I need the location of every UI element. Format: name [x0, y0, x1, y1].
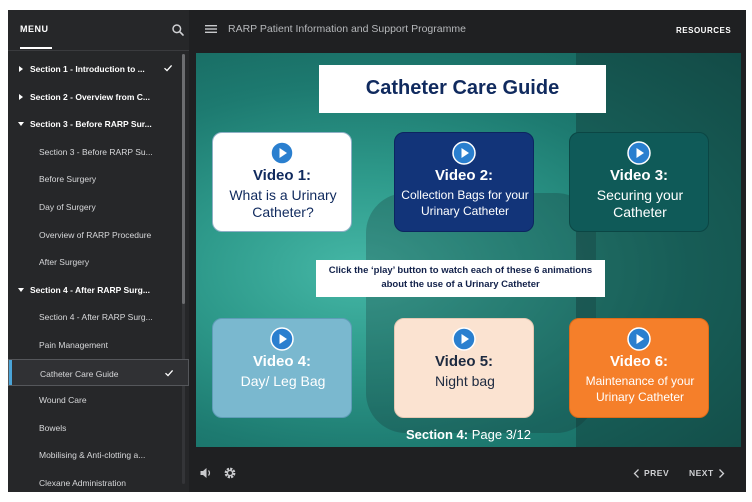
- play-icon[interactable]: [270, 327, 294, 351]
- app-frame: MENU Section 1 - Introduction to ... Sec…: [8, 10, 746, 492]
- video-1-title: Video 1:: [252, 167, 312, 184]
- course-title: RARP Patient Information and Support Pro…: [228, 23, 466, 35]
- sidebar-item-wound-care[interactable]: Wound Care: [8, 386, 189, 414]
- sidebar-item-label: Section 3 - Before RARP Sur...: [30, 119, 152, 130]
- sidebar-item-label: Bowels: [39, 422, 67, 433]
- page-indicator: Section 4: Page 3/12: [196, 427, 741, 442]
- video-6-card: Video 6: Maintenance of your Urinary Cat…: [569, 318, 709, 418]
- sidebar-item-section-1[interactable]: Section 1 - Introduction to ...: [8, 55, 189, 83]
- sidebar-item-label: Clexane Administration: [39, 477, 126, 488]
- video-5-title: Video 5:: [434, 353, 494, 370]
- video-4-title: Video 4:: [252, 353, 312, 370]
- chevron-down-icon: [17, 120, 25, 128]
- sidebar-item-overview-rarp[interactable]: Overview of RARP Procedure: [8, 221, 189, 249]
- sidebar-item-bowels[interactable]: Bowels: [8, 414, 189, 442]
- menu-header: MENU: [8, 10, 189, 51]
- video-1-card: Video 1: What is a Urinary Catheter?: [212, 132, 352, 232]
- chevron-right-icon: [17, 93, 25, 101]
- video-5-subtitle: Night bag: [435, 373, 495, 389]
- sidebar-item-label: Pain Management: [39, 339, 108, 350]
- sidebar-item-pain-management[interactable]: Pain Management: [8, 331, 189, 359]
- volume-icon[interactable]: [199, 466, 213, 480]
- video-1-subtitle: What is a Urinary Catheter?: [229, 187, 337, 220]
- menu-tab-indicator: [20, 47, 52, 49]
- slide-instructions: Click the ‘play’ button to watch each of…: [316, 260, 605, 297]
- sidebar-item-label: Section 1 - Introduction to ...: [30, 64, 145, 74]
- video-4-card: Video 4: Day/ Leg Bag: [212, 318, 352, 418]
- sidebar-nav: Section 1 - Introduction to ... Section …: [8, 55, 189, 492]
- sidebar-menu: MENU Section 1 - Introduction to ... Sec…: [8, 10, 189, 492]
- resources-button[interactable]: RESOURCES: [676, 26, 731, 35]
- sidebar-item-mobilising[interactable]: Mobilising & Anti-clotting a...: [8, 441, 189, 469]
- video-6-title: Video 6:: [609, 353, 669, 370]
- video-6-subtitle: Maintenance of your Urinary Catheter: [585, 374, 695, 404]
- sidebar-item-section-3-intro[interactable]: Section 3 - Before RARP Su...: [8, 138, 189, 166]
- sidebar-item-catheter-care-guide[interactable]: Catheter Care Guide: [8, 358, 189, 387]
- sidebar-item-label: Before Surgery: [39, 174, 97, 185]
- sidebar-item-label: Section 4 - After RARP Surg...: [39, 312, 153, 323]
- chevron-left-icon: [633, 468, 639, 478]
- video-2-card: Video 2: Collection Bags for your Urinar…: [394, 132, 534, 232]
- chevron-right-icon: [17, 65, 25, 73]
- gear-icon[interactable]: [223, 466, 237, 480]
- slide-title: Catheter Care Guide: [365, 77, 560, 99]
- video-2-title: Video 2:: [434, 167, 494, 184]
- sidebar-item-before-surgery[interactable]: Before Surgery: [8, 165, 189, 193]
- video-3-subtitle: Securing your Catheter: [596, 187, 684, 220]
- chevron-right-icon: [718, 468, 725, 478]
- sidebar-item-label: Mobilising & Anti-clotting a...: [39, 450, 146, 461]
- sidebar-item-section-2[interactable]: Section 2 - Overview from C...: [8, 83, 189, 111]
- sidebar-item-label: Section 3 - Before RARP Su...: [39, 146, 153, 157]
- hamburger-icon[interactable]: [205, 24, 217, 34]
- next-label: NEXT: [689, 468, 714, 478]
- play-icon[interactable]: [452, 327, 476, 351]
- sidebar-item-day-of-surgery[interactable]: Day of Surgery: [8, 193, 189, 221]
- sidebar-item-section-4-intro[interactable]: Section 4 - After RARP Surg...: [8, 303, 189, 331]
- page-section-label: Section 4:: [405, 427, 469, 442]
- player-footer: PREV NEXT: [189, 457, 746, 492]
- video-3-card: Video 3: Securing your Catheter: [569, 132, 709, 232]
- play-icon[interactable]: [452, 141, 476, 165]
- sidebar-item-label: Wound Care: [39, 395, 87, 406]
- play-icon[interactable]: [627, 141, 651, 165]
- sidebar-item-label: Section 4 - After RARP Surg...: [30, 284, 150, 295]
- slide-title-box: Catheter Care Guide: [319, 65, 606, 113]
- sidebar-item-label: Day of Surgery: [39, 201, 96, 212]
- sidebar-item-section-4[interactable]: Section 4 - After RARP Surg...: [8, 276, 189, 304]
- video-4-subtitle: Day/ Leg Bag: [240, 373, 326, 389]
- search-icon[interactable]: [171, 23, 185, 37]
- slide-content: Catheter Care Guide Video 1: What is a U…: [196, 53, 741, 447]
- check-icon: [164, 64, 173, 72]
- prev-button[interactable]: PREV: [633, 468, 669, 478]
- play-icon[interactable]: [627, 327, 651, 351]
- next-button[interactable]: NEXT: [689, 468, 725, 478]
- menu-title[interactable]: MENU: [20, 24, 49, 34]
- sidebar-item-after-surgery[interactable]: After Surgery: [8, 248, 189, 276]
- sidebar-item-label: Section 2 - Overview from C...: [30, 91, 150, 102]
- sidebar-item-label: Catheter Care Guide: [40, 368, 119, 379]
- prev-label: PREV: [644, 468, 670, 478]
- play-icon[interactable]: [270, 141, 294, 165]
- video-5-card: Video 5: Night bag: [394, 318, 534, 418]
- check-icon: [165, 369, 174, 377]
- page-number: Page 3/12: [471, 427, 532, 442]
- chevron-down-icon: [17, 286, 25, 294]
- sidebar-item-section-3[interactable]: Section 3 - Before RARP Sur...: [8, 110, 189, 138]
- sidebar-item-label: Overview of RARP Procedure: [39, 229, 152, 240]
- video-2-subtitle: Collection Bags for your Urinary Cathete…: [401, 188, 529, 218]
- sidebar-item-clexane[interactable]: Clexane Administration: [8, 469, 189, 492]
- sidebar-item-label: After Surgery: [39, 257, 90, 268]
- video-3-title: Video 3:: [609, 167, 669, 184]
